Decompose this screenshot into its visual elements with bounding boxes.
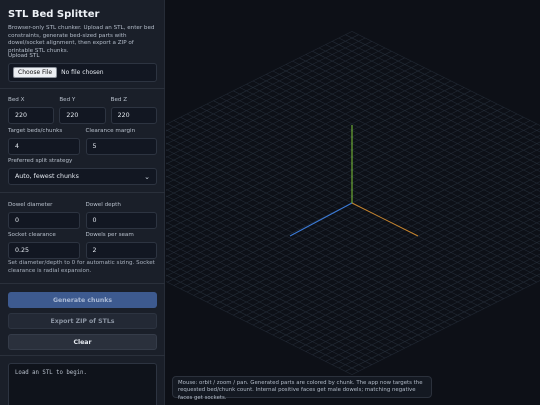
export-zip-button[interactable]: Export ZIP of STLs <box>8 313 157 329</box>
divider <box>0 283 165 284</box>
grid-line <box>312 240 540 356</box>
bed-y-input[interactable]: 220 <box>59 107 106 124</box>
grid-line <box>166 107 504 277</box>
grid-line <box>318 247 540 359</box>
grid-line <box>166 60 412 185</box>
grid-line <box>166 87 465 237</box>
bed-x-input[interactable]: 220 <box>8 107 55 124</box>
grid-line <box>166 268 366 369</box>
grid-line <box>239 168 540 319</box>
grid-line <box>166 136 498 303</box>
bed-x-label: Bed X <box>8 97 25 103</box>
clearance-margin-label: Clearance margin <box>85 128 136 134</box>
clear-button[interactable]: Clear <box>8 334 157 350</box>
grid-line <box>345 34 540 133</box>
grid-line <box>166 80 452 224</box>
grid-line <box>345 273 540 372</box>
file-status: No file chosen <box>61 69 104 76</box>
upload-label: Upload STL <box>8 53 40 59</box>
socket-clearance-input[interactable]: 0.25 <box>8 242 80 259</box>
3d-viewport[interactable] <box>166 0 540 405</box>
target-beds-input[interactable]: 4 <box>8 138 80 155</box>
grid-line <box>166 274 359 372</box>
grid-line <box>166 41 372 145</box>
grid-line <box>166 50 392 165</box>
grid-line <box>166 34 359 132</box>
grid-line <box>166 221 412 346</box>
generate-chunks-button[interactable]: Generate chunks <box>8 292 157 308</box>
file-input[interactable]: Choose File No file chosen <box>8 63 157 82</box>
dowels-per-seam-input[interactable]: 2 <box>85 242 157 259</box>
strategy-label: Preferred split strategy <box>8 158 73 164</box>
dowel-diameter-label: Dowel diameter <box>8 202 53 208</box>
status-log: Load an STL to begin. <box>8 363 157 405</box>
bed-z-label: Bed Z <box>110 97 128 103</box>
grid-line <box>166 162 471 316</box>
strategy-value: Auto, fewest chunks <box>15 173 79 180</box>
grid-line <box>166 169 465 319</box>
grid-line <box>166 182 452 326</box>
grid-line <box>206 103 540 271</box>
dowel-diameter-input[interactable]: 0 <box>8 212 80 229</box>
grid-line <box>312 50 540 166</box>
chevron-down-icon: ⌄ <box>144 172 150 181</box>
divider <box>0 355 165 356</box>
grid-line <box>166 241 392 356</box>
grid-line <box>166 129 504 299</box>
divider <box>0 88 165 89</box>
socket-clearance-label: Socket clearance <box>8 232 56 238</box>
target-beds-label: Target beds/chunks <box>8 128 63 134</box>
bed-y-label: Bed Y <box>59 97 76 103</box>
dowel-depth-input[interactable]: 0 <box>85 212 157 229</box>
strategy-select[interactable]: Auto, fewest chunks ⌄ <box>8 168 157 185</box>
grid-line <box>166 37 366 138</box>
grid-line <box>166 90 471 244</box>
choose-file-button[interactable]: Choose File <box>13 67 58 78</box>
grid-line <box>233 161 540 316</box>
grid-line <box>233 90 540 245</box>
dowel-help-note: Set diameter/depth to 0 for automatic si… <box>8 260 155 274</box>
dowels-per-seam-label: Dowels per seam <box>85 232 134 238</box>
dowel-depth-label: Dowel depth <box>85 202 121 208</box>
divider <box>0 192 165 193</box>
grid-line <box>338 267 540 369</box>
bed-z-input[interactable]: 220 <box>110 107 157 124</box>
grid-line <box>166 261 372 365</box>
grid-line <box>166 103 498 270</box>
app-title: STL Bed Splitter <box>8 9 100 20</box>
clearance-margin-input[interactable]: 5 <box>85 138 157 155</box>
grid-line <box>239 87 540 238</box>
app-description: Browser-only STL chunker. Upload an STL,… <box>8 25 155 54</box>
grid-line <box>206 135 540 303</box>
viewport-hint: Mouse: orbit / zoom / pan. Generated par… <box>172 376 432 401</box>
